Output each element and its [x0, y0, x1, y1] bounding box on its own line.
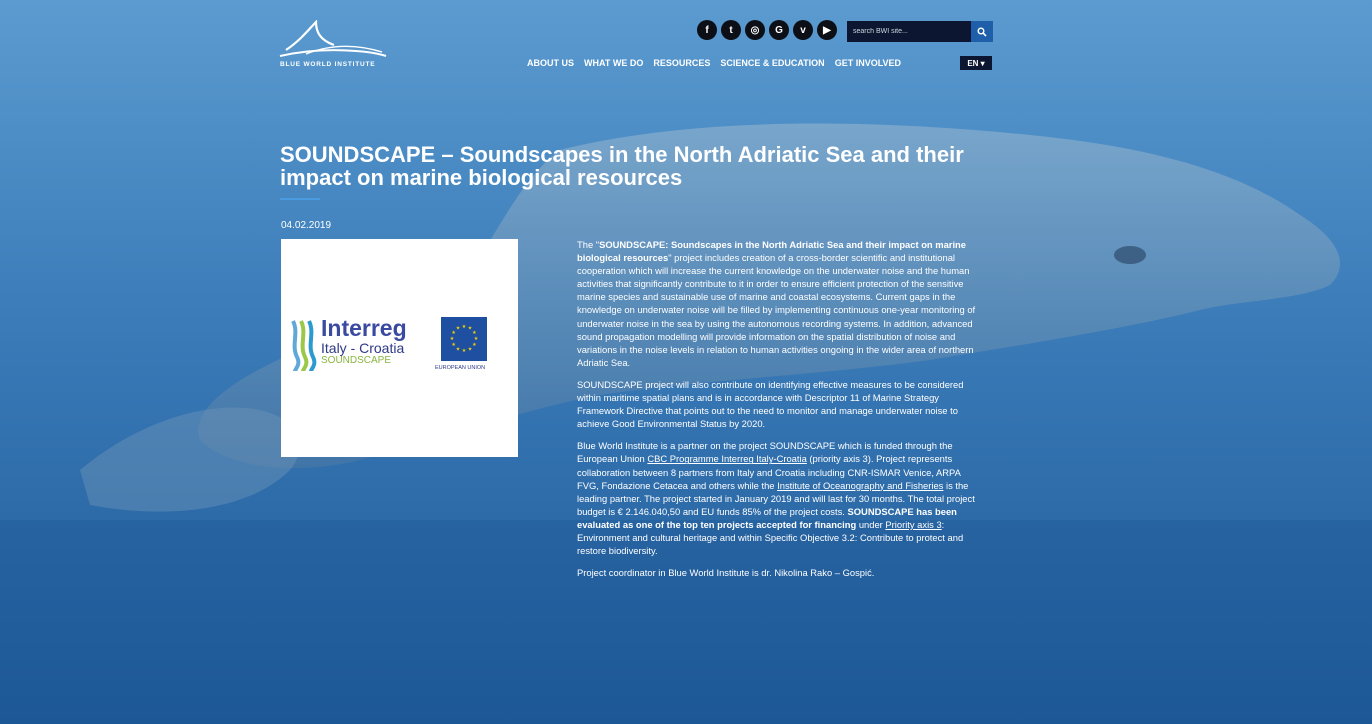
paragraph-1: The "SOUNDSCAPE: Soundscapes in the Nort… — [577, 238, 977, 369]
title-divider — [280, 198, 320, 200]
facebook-icon[interactable]: f — [697, 20, 717, 40]
interreg-wordmark: Interreg — [321, 315, 407, 341]
nav-what-we-do[interactable]: WHAT WE DO — [584, 58, 643, 68]
interreg-logo: Interreg Italy - Croatia SOUNDSCAPE ★ ★ ★ … — [289, 315, 515, 379]
link-institute-oceanography[interactable]: Institute of Oceanography and Fisheries — [777, 480, 943, 491]
svg-text:★: ★ — [462, 348, 467, 354]
svg-text:★: ★ — [468, 346, 473, 352]
eu-stars-icon: ★ ★★ ★★★ ★★★ ★★★ — [450, 324, 479, 354]
eu-flag-icon: ★ ★ ★ ★ ★ ★ ★ ★ ★ ★ ★ ★ — [441, 317, 487, 361]
svg-text:★: ★ — [462, 324, 467, 330]
svg-text:★: ★ — [472, 342, 477, 348]
social-icons: f t ◎ G v ▶ — [697, 20, 837, 40]
main-nav: ABOUT US WHAT WE DO RESOURCES SCIENCE & … — [527, 58, 901, 68]
link-cbc-programme[interactable]: CBC Programme Interreg Italy-Croatia — [647, 453, 806, 464]
paragraph-2: SOUNDSCAPE project will also contribute … — [577, 378, 964, 430]
site-search — [847, 21, 993, 42]
project-name: SOUNDSCAPE — [321, 355, 392, 366]
p3-text-d: under — [856, 518, 886, 530]
twitter-icon[interactable]: t — [721, 20, 741, 40]
interreg-waves-icon — [291, 320, 317, 372]
logo-text: BLUE WORLD INSTITUTE — [280, 61, 376, 68]
programme-name: Italy - Croatia — [321, 340, 405, 356]
eu-label: EUROPEAN UNION — [435, 365, 486, 371]
search-button[interactable] — [971, 21, 993, 42]
svg-text:★: ★ — [456, 346, 461, 352]
nav-about-us[interactable]: ABOUT US — [527, 58, 574, 68]
nav-science-education[interactable]: SCIENCE & EDUCATION — [720, 58, 824, 68]
youtube-icon[interactable]: ▶ — [817, 20, 837, 40]
page-title: SOUNDSCAPE – Soundscapes in the North Ad… — [280, 142, 964, 190]
site-logo[interactable]: BLUE WORLD INSTITUTE — [276, 20, 388, 72]
google-icon[interactable]: G — [769, 20, 789, 40]
paragraph-3: Blue World Institute is a partner on the… — [577, 439, 977, 557]
language-selector[interactable]: EN ▾ — [960, 56, 992, 70]
paragraph-4: Project coordinator in Blue World Instit… — [577, 567, 875, 579]
search-icon — [977, 27, 987, 37]
vimeo-icon[interactable]: v — [793, 20, 813, 40]
article-body: The "SOUNDSCAPE: Soundscapes in the Nort… — [577, 238, 977, 588]
nav-resources[interactable]: RESOURCES — [653, 58, 710, 68]
post-date: 04.02.2019 — [281, 220, 332, 231]
svg-text:★: ★ — [450, 336, 455, 342]
link-priority-axis[interactable]: Priority axis 3 — [885, 519, 941, 530]
nav-get-involved[interactable]: GET INVOLVED — [835, 58, 901, 68]
search-input[interactable] — [847, 21, 971, 42]
p1-text-a: The " — [577, 239, 600, 250]
dolphin-fin-logo-icon — [279, 20, 387, 57]
svg-text:★: ★ — [456, 326, 461, 332]
p1-text-c: " project includes creation of a cross-b… — [577, 252, 976, 368]
interreg-logo-image: Interreg Italy - Croatia SOUNDSCAPE ★ ★ ★ … — [281, 239, 518, 457]
instagram-icon[interactable]: ◎ — [745, 20, 765, 40]
svg-text:★: ★ — [451, 342, 456, 348]
